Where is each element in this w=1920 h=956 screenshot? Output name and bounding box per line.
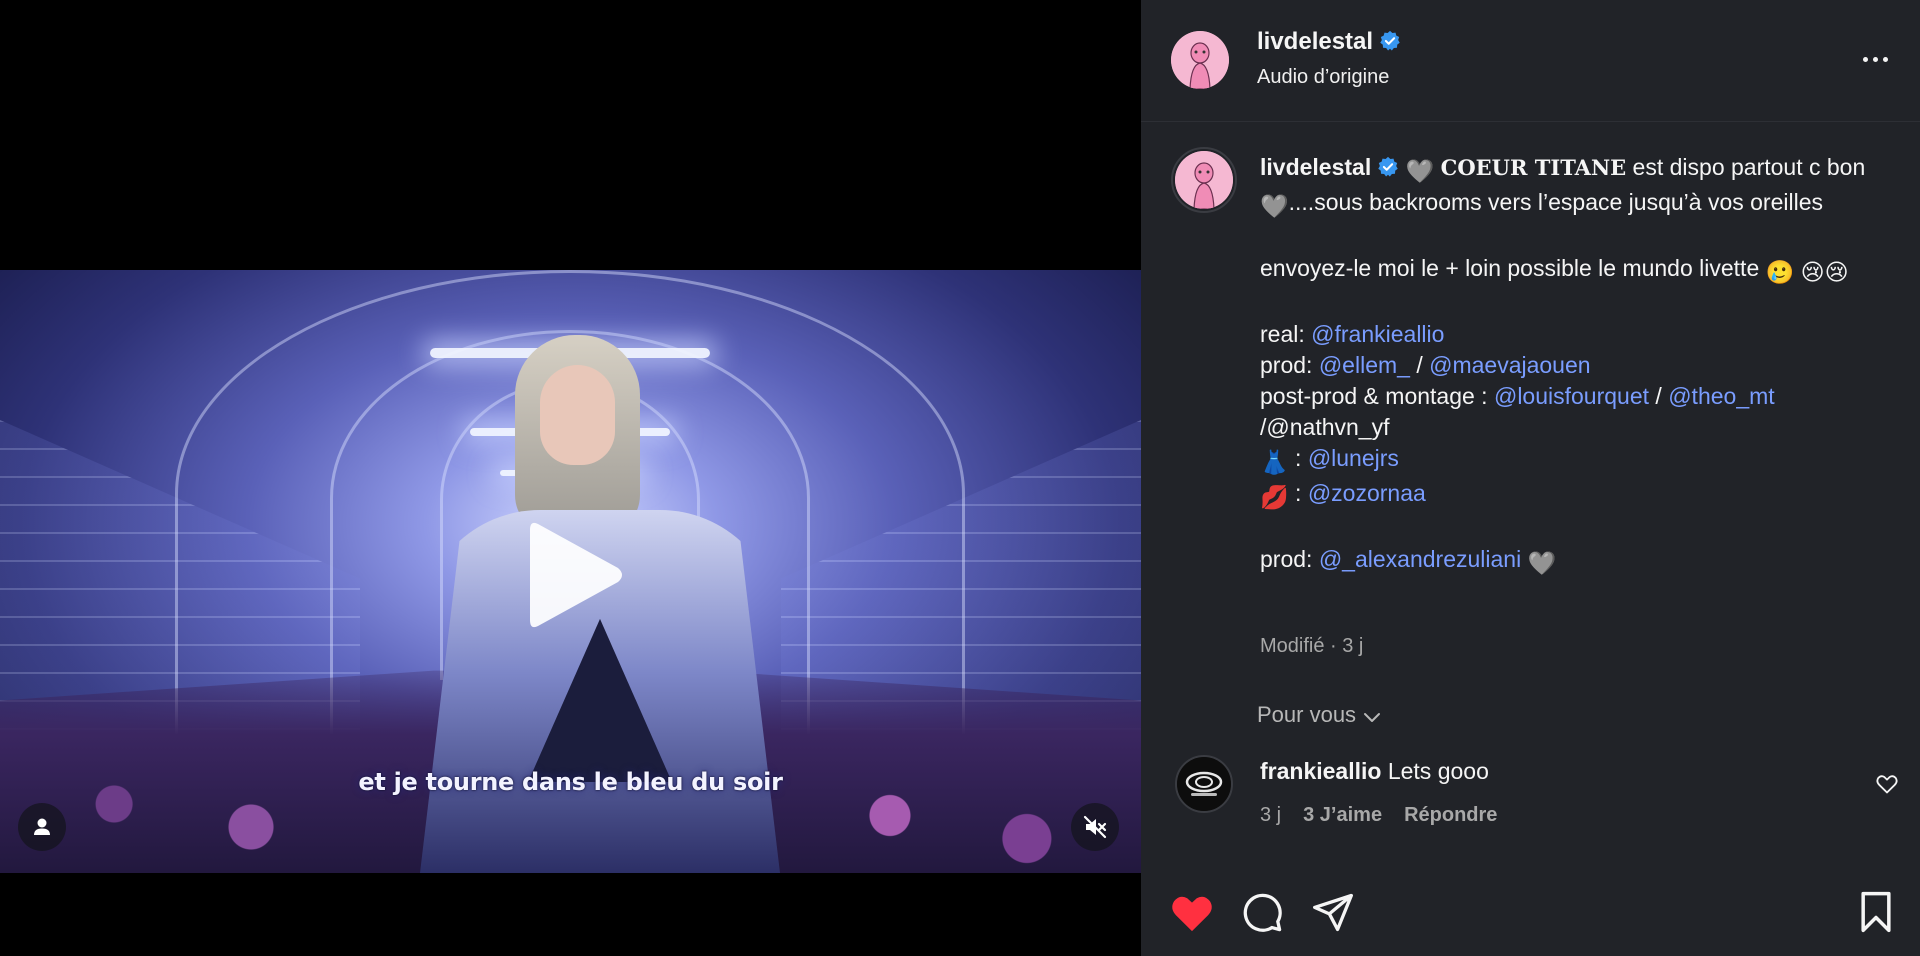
grey-heart-emoji-3: 🩶 — [1527, 550, 1557, 576]
comment-time: 3 j — [1260, 804, 1282, 826]
share-button[interactable] — [1309, 888, 1357, 936]
dress-emoji: 👗 — [1260, 449, 1289, 475]
mention-lunejrs[interactable]: @lunejrs — [1308, 445, 1399, 471]
comment-avatar[interactable] — [1175, 755, 1233, 813]
send-icon — [1313, 893, 1353, 932]
mention-theo-mt[interactable]: @theo_mt — [1668, 383, 1774, 409]
comment-meta: 3 j 3 J’aime Répondre — [1260, 804, 1497, 827]
heart-outline-icon — [1876, 775, 1898, 794]
credit-postprod-2: /@nathvn_yf — [1260, 414, 1390, 440]
pink-panther-avatar-icon — [1175, 151, 1233, 209]
verified-badge-icon — [1378, 156, 1398, 177]
save-button[interactable] — [1852, 888, 1900, 936]
header-avatar[interactable] — [1171, 31, 1229, 89]
more-options-button[interactable] — [1851, 44, 1899, 74]
crying-emoji-1: 😢 — [1800, 259, 1825, 285]
comments-sort-label: Pour vous — [1257, 702, 1357, 727]
header-username[interactable]: livdelestal — [1257, 28, 1401, 56]
credit-postprod: post-prod & montage : @louisfourquet / @… — [1260, 381, 1890, 412]
grey-heart-emoji-2: 🩶 — [1260, 193, 1289, 219]
verified-badge-icon — [1380, 30, 1400, 51]
caption-paragraph-1: livdelestal 🩶 COEUR TITANE est dispo par… — [1260, 152, 1890, 222]
tear-smile-emoji: 🥲 — [1765, 259, 1795, 285]
caption-username[interactable]: livdelestal — [1260, 154, 1371, 180]
person-face — [540, 365, 615, 465]
reel-video-area[interactable]: et je tourne dans le bleu du soir — [0, 0, 1141, 956]
post-actions-bar — [1141, 876, 1920, 956]
credit-prod: prod: @ellem_ / @maevajaouen — [1260, 350, 1890, 381]
caption-avatar[interactable] — [1175, 151, 1233, 209]
credit-lips: 💋 : @zozornaa — [1260, 478, 1890, 513]
header-username-text[interactable]: livdelestal — [1257, 28, 1373, 55]
video-frame[interactable]: et je tourne dans le bleu du soir — [0, 270, 1141, 873]
pink-panther-avatar-icon — [1171, 31, 1229, 89]
chevron-down-icon — [1364, 713, 1381, 722]
user-tag-icon — [34, 818, 50, 835]
speaker-muted-icon — [1083, 815, 1107, 839]
tagged-users-button[interactable] — [18, 803, 66, 851]
caption-edited-time: Modifié · 3 j — [1260, 635, 1364, 657]
caption-paragraph-2: envoyez-le moi le + loin possible le mun… — [1260, 253, 1890, 288]
post-side-panel: livdelestal Audio d’origine livdelestal … — [1141, 0, 1920, 956]
comment-username[interactable]: frankieallio — [1260, 758, 1381, 784]
video-subtitle: et je tourne dans le bleu du soir — [358, 768, 783, 796]
mention-alexandrezuliani[interactable]: @_alexandrezuliani — [1319, 546, 1521, 572]
separator: / — [1409, 352, 1430, 378]
post-caption: livdelestal 🩶 COEUR TITANE est dispo par… — [1260, 152, 1890, 579]
separator: : — [1288, 445, 1308, 471]
mention-louisfourquet[interactable]: @louisfourquet — [1494, 383, 1649, 409]
comment-icon — [1243, 893, 1282, 932]
credit-prod-2: prod: @_alexandrezuliani 🩶 — [1260, 544, 1890, 579]
credit-label: prod: — [1260, 352, 1319, 378]
caption-line1-tail: ....sous backrooms vers l’espace jusqu’à… — [1288, 189, 1823, 215]
credit-real: real: @frankieallio — [1260, 319, 1890, 350]
grey-heart-emoji: 🩶 — [1405, 158, 1435, 184]
credit-dress: 👗 : @lunejrs — [1260, 443, 1890, 478]
bookmark-icon — [1861, 891, 1891, 933]
caption-line1-rest: est dispo partout c bon — [1626, 154, 1866, 180]
separator: / — [1649, 383, 1669, 409]
more-horizontal-icon — [1862, 56, 1888, 62]
unmute-button[interactable] — [1071, 803, 1119, 851]
comment-likes-count[interactable]: 3 J’aime — [1303, 804, 1382, 827]
comments-sort-dropdown[interactable]: Pour vous — [1257, 702, 1382, 728]
credit-label: post-prod & montage : — [1260, 383, 1494, 409]
separator: : — [1288, 480, 1308, 506]
song-title: COEUR TITANE — [1440, 155, 1627, 180]
credit-label: prod: — [1260, 546, 1319, 572]
comment-button[interactable] — [1238, 888, 1286, 936]
heart-filled-icon — [1172, 896, 1212, 932]
comment-like-button[interactable] — [1875, 772, 1899, 796]
mention-ellem[interactable]: @ellem_ — [1319, 352, 1410, 378]
lips-emoji: 💋 — [1260, 484, 1289, 510]
comment-reply-button[interactable]: Répondre — [1404, 804, 1497, 827]
comment-body: frankieallio Lets gooo — [1260, 758, 1489, 785]
post-header: livdelestal Audio d’origine — [1141, 0, 1920, 122]
frankieallio-logo-icon — [1177, 757, 1231, 811]
mention-zozornaa[interactable]: @zozornaa — [1308, 480, 1426, 506]
mention-maevajaouen[interactable]: @maevajaouen — [1429, 352, 1590, 378]
original-audio-link[interactable]: Audio d’origine — [1257, 66, 1389, 89]
like-button[interactable] — [1168, 888, 1216, 936]
play-button[interactable] — [520, 510, 630, 640]
play-icon — [530, 522, 622, 628]
caption-line2: envoyez-le moi le + loin possible le mun… — [1260, 255, 1766, 281]
credit-label: real: — [1260, 321, 1312, 347]
mention-frankieallio[interactable]: @frankieallio — [1311, 321, 1444, 347]
comment-text: Lets gooo — [1381, 758, 1489, 784]
crying-emoji-2: 😢 — [1824, 259, 1849, 285]
